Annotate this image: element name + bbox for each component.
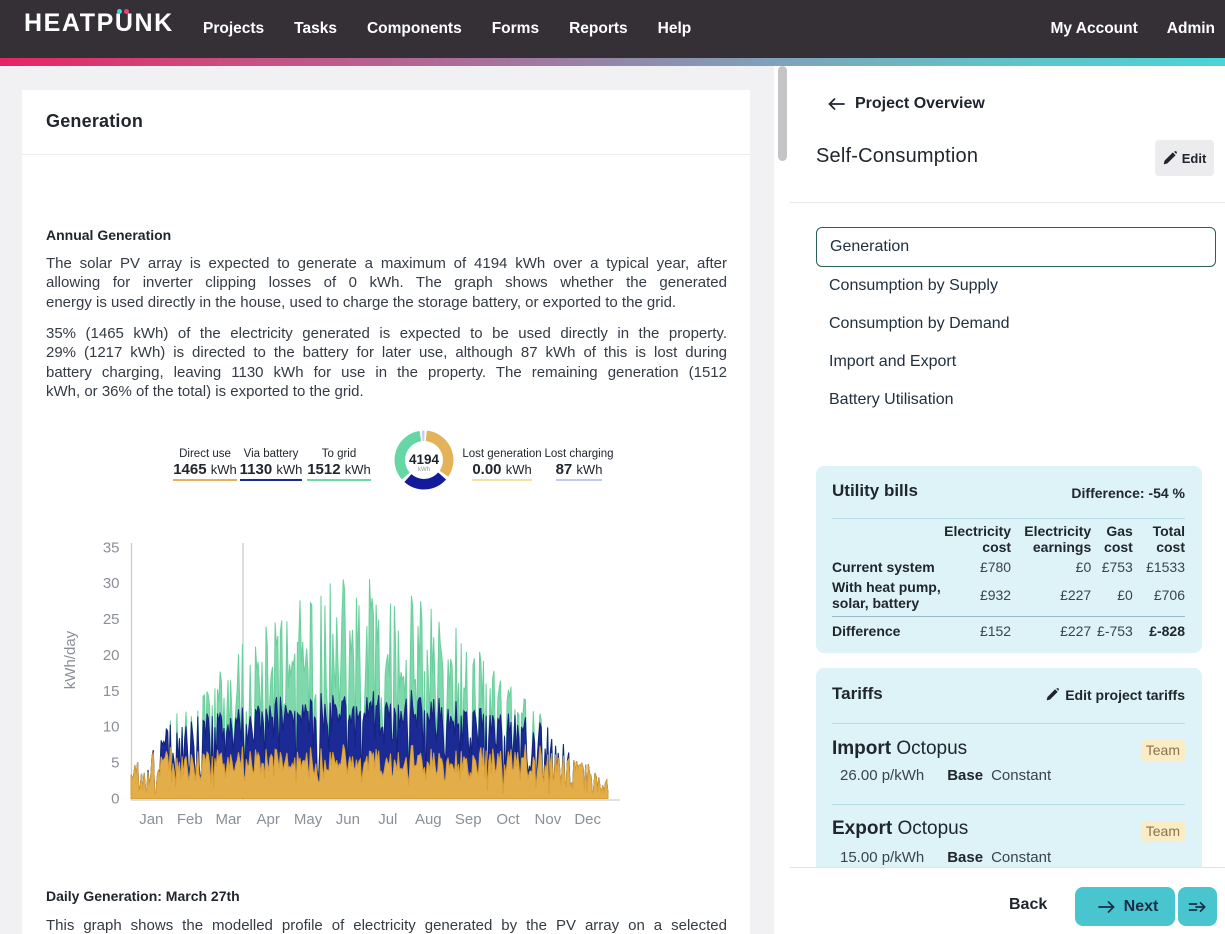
svg-text:0: 0 — [111, 790, 119, 807]
svg-text:Mar: Mar — [215, 811, 241, 828]
svg-text:Feb: Feb — [177, 811, 203, 828]
svg-text:May: May — [294, 811, 323, 828]
svg-text:Jul: Jul — [378, 811, 397, 828]
svg-text:Nov: Nov — [535, 811, 562, 828]
svg-text:Sep: Sep — [455, 811, 482, 828]
svg-text:Dec: Dec — [574, 811, 601, 828]
svg-text:35: 35 — [103, 539, 120, 556]
svg-text:20: 20 — [103, 647, 120, 664]
svg-text:Jan: Jan — [139, 811, 163, 828]
svg-text:15: 15 — [103, 683, 120, 700]
svg-text:Apr: Apr — [257, 811, 280, 828]
svg-text:kWh/day: kWh/day — [62, 630, 79, 689]
svg-text:Oct: Oct — [496, 811, 520, 828]
svg-text:kWh: kWh — [418, 467, 430, 473]
svg-text:25: 25 — [103, 611, 120, 628]
svg-text:10: 10 — [103, 719, 120, 736]
svg-text:Jun: Jun — [336, 811, 360, 828]
svg-text:30: 30 — [103, 575, 120, 592]
svg-text:5: 5 — [111, 754, 119, 771]
svg-text:Aug: Aug — [415, 811, 442, 828]
